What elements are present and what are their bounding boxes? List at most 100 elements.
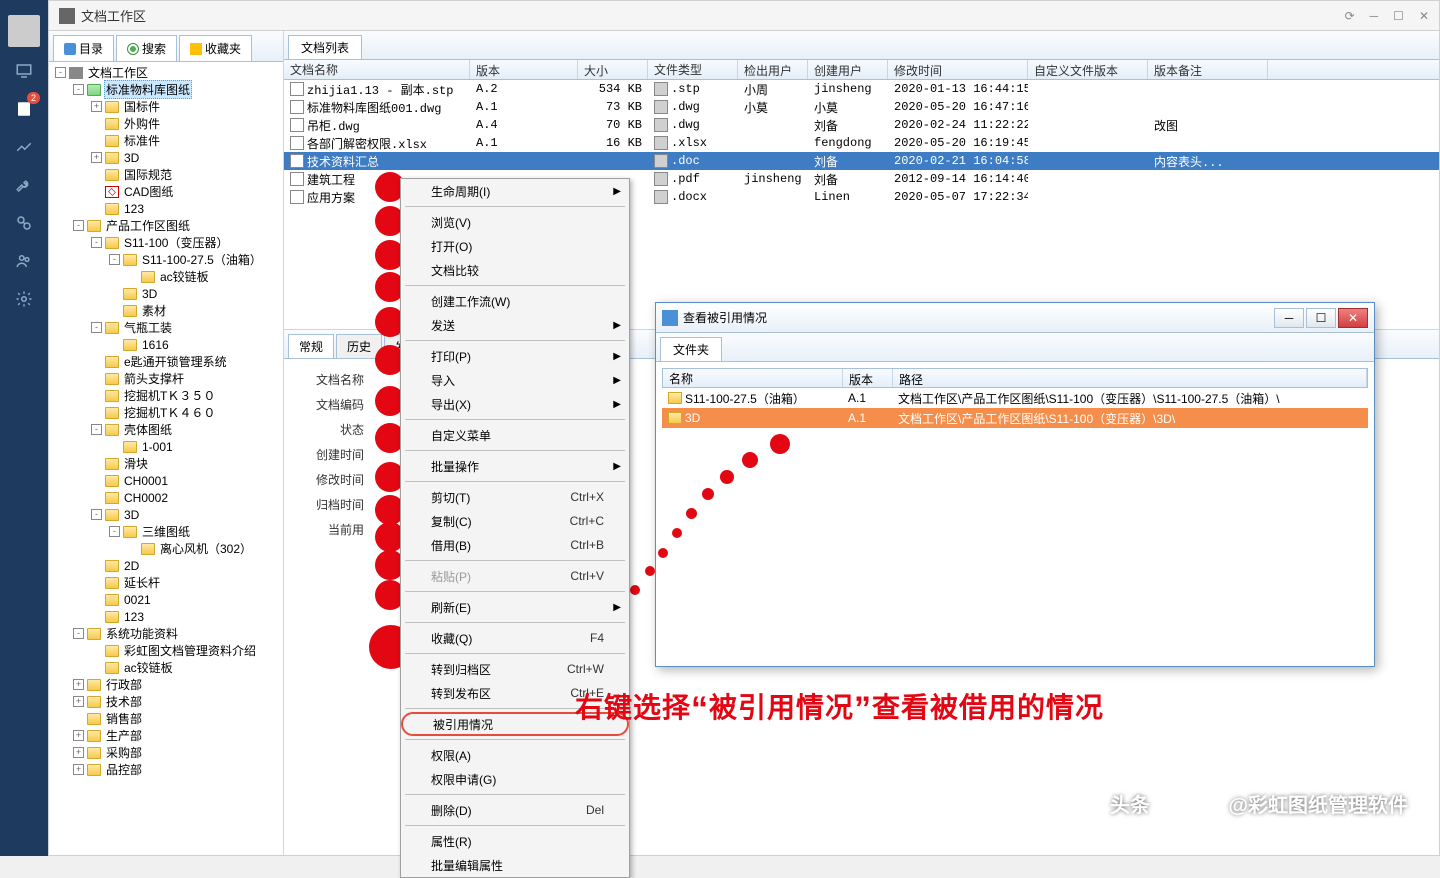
tree-item[interactable]: +生产部	[51, 727, 281, 744]
popup-row[interactable]: 3DA.1文档工作区\产品工作区图纸\S11-100（变压器）\3D\	[662, 408, 1368, 428]
tree-item[interactable]: -产品工作区图纸	[51, 217, 281, 234]
menu-item[interactable]: 创建工作流(W)	[401, 289, 629, 313]
tree-item[interactable]: CH0002	[51, 489, 281, 506]
tree-item[interactable]: 销售部	[51, 710, 281, 727]
tree-item[interactable]: 延长杆	[51, 574, 281, 591]
tab-search[interactable]: 搜索	[116, 35, 177, 61]
file-row[interactable]: 各部门解密权限.xlsxA.116 KB.xlsxfengdong2020-05…	[284, 134, 1439, 152]
tree-item[interactable]: 箭头支撑杆	[51, 370, 281, 387]
menu-item[interactable]: 打开(O)	[401, 234, 629, 258]
user-avatar[interactable]	[8, 15, 40, 47]
file-row[interactable]: 吊柜.dwgA.470 KB.dwg刘备2020-02-24 11:22:22改…	[284, 116, 1439, 134]
tree-item[interactable]: -气瓶工装	[51, 319, 281, 336]
menu-item[interactable]: 权限(A)	[401, 743, 629, 767]
tree-item[interactable]: ac铰链板	[51, 659, 281, 676]
tree-item[interactable]: +品控部	[51, 761, 281, 778]
tree-item[interactable]: -系统功能资料	[51, 625, 281, 642]
menu-item[interactable]: 自定义菜单	[401, 423, 629, 447]
tree-item[interactable]: CH0001	[51, 472, 281, 489]
side-monitor-icon[interactable]	[0, 52, 48, 90]
tree-item[interactable]: +采购部	[51, 744, 281, 761]
tab-favorites[interactable]: 收藏夹	[179, 35, 252, 61]
tab-directory[interactable]: 目录	[53, 35, 114, 61]
tree-item[interactable]: 123	[51, 608, 281, 625]
tree-item[interactable]: +行政部	[51, 676, 281, 693]
menu-item[interactable]: 转到归档区Ctrl+W	[401, 657, 629, 681]
menu-item[interactable]: 导入▶	[401, 368, 629, 392]
tree-item[interactable]: 挖掘机TＫ４６０	[51, 404, 281, 421]
menu-item[interactable]: 浏览(V)	[401, 210, 629, 234]
menu-item[interactable]: 文档比较	[401, 258, 629, 282]
menu-item[interactable]: 剪切(T)Ctrl+X	[401, 485, 629, 509]
menu-item[interactable]: 权限申请(G)	[401, 767, 629, 791]
tree-item[interactable]: e匙通开锁管理系统	[51, 353, 281, 370]
tree-item[interactable]: 素材	[51, 302, 281, 319]
close-icon[interactable]: ✕	[1419, 9, 1429, 23]
tree-item[interactable]: +3D	[51, 149, 281, 166]
side-link-icon[interactable]	[0, 204, 48, 242]
popup-minimize[interactable]: ─	[1274, 308, 1304, 328]
tree-item[interactable]: 2D	[51, 557, 281, 574]
menu-item[interactable]: 发送▶	[401, 313, 629, 337]
context-menu[interactable]: 生命周期(I)▶浏览(V)打开(O)文档比较创建工作流(W)发送▶打印(P)▶导…	[400, 178, 630, 878]
file-row[interactable]: zhijia1.13 - 副本.stpA.2534 KB.stp小周jinshe…	[284, 80, 1439, 98]
menu-item[interactable]: 复制(C)Ctrl+C	[401, 509, 629, 533]
popup-tab-folder[interactable]: 文件夹	[660, 337, 722, 361]
tree-item[interactable]: 外购件	[51, 115, 281, 132]
tree-item[interactable]: 1-001	[51, 438, 281, 455]
file-row[interactable]: 技术资料汇总.doc刘备2020-02-21 16:04:58内容表头...	[284, 152, 1439, 170]
tree-item[interactable]: -3D	[51, 506, 281, 523]
menu-item[interactable]: 生命周期(I)▶	[401, 179, 629, 203]
tree-item[interactable]: 彩虹图文档管理资料介绍	[51, 642, 281, 659]
menu-item[interactable]: 属性(R)	[401, 829, 629, 853]
tab-doclist[interactable]: 文档列表	[288, 35, 362, 59]
side-chart-icon[interactable]	[0, 128, 48, 166]
side-settings-icon[interactable]	[0, 280, 48, 318]
tree-item[interactable]: 离心风机（302）	[51, 540, 281, 557]
tree-item[interactable]: ac铰链板	[51, 268, 281, 285]
tree-item[interactable]: 挖掘机TＫ３５０	[51, 387, 281, 404]
minimize-icon[interactable]: ─	[1370, 9, 1379, 23]
tree-item[interactable]: 国际规范	[51, 166, 281, 183]
tree-item[interactable]: +技术部	[51, 693, 281, 710]
menu-item[interactable]: 借用(B)Ctrl+B	[401, 533, 629, 557]
tree-item[interactable]: 3D	[51, 285, 281, 302]
folder-tree[interactable]: -文档工作区-标准物料库图纸+国标件外购件标准件+3D国际规范CAD图纸123-…	[49, 62, 283, 855]
menu-item[interactable]: 批量编辑属性	[401, 853, 629, 877]
tree-item[interactable]: -三维图纸	[51, 523, 281, 540]
popup-maximize[interactable]: ☐	[1306, 308, 1336, 328]
folder-icon	[141, 543, 155, 555]
side-docs-icon[interactable]: 2	[0, 90, 48, 128]
file-row[interactable]: 标准物料库图纸001.dwgA.173 KB.dwg小莫小莫2020-05-20…	[284, 98, 1439, 116]
side-wrench-icon[interactable]	[0, 166, 48, 204]
tree-item[interactable]: -S11-100（变压器）	[51, 234, 281, 251]
menu-item[interactable]: 收藏(Q)F4	[401, 626, 629, 650]
tree-label: 3D	[122, 151, 141, 165]
menu-item[interactable]: 批量操作▶	[401, 454, 629, 478]
tree-item[interactable]: 滑块	[51, 455, 281, 472]
menu-item[interactable]: 删除(D)Del	[401, 798, 629, 822]
menu-item[interactable]: 刷新(E)▶	[401, 595, 629, 619]
tree-item[interactable]: -文档工作区	[51, 64, 281, 81]
tree-item[interactable]: -标准物料库图纸	[51, 81, 281, 98]
tree-item[interactable]: -S11-100-27.5（油箱）	[51, 251, 281, 268]
menu-item[interactable]: 粘贴(P)Ctrl+V	[401, 564, 629, 588]
tab-history[interactable]: 历史	[336, 334, 382, 358]
tree-item[interactable]: +国标件	[51, 98, 281, 115]
tree-item[interactable]: -壳体图纸	[51, 421, 281, 438]
tree-item[interactable]: 0021	[51, 591, 281, 608]
menu-label: 删除(D)	[431, 802, 472, 819]
popup-row[interactable]: S11-100-27.5（油箱）A.1文档工作区\产品工作区图纸\S11-100…	[662, 388, 1368, 408]
tree-item[interactable]: 标准件	[51, 132, 281, 149]
side-users-icon[interactable]	[0, 242, 48, 280]
popup-close[interactable]: ✕	[1338, 308, 1368, 328]
tree-label: e匙通开锁管理系统	[122, 353, 229, 370]
reload-icon[interactable]: ⟳	[1345, 9, 1355, 23]
tree-item[interactable]: 1616	[51, 336, 281, 353]
tab-general[interactable]: 常规	[288, 334, 334, 358]
maximize-icon[interactable]: ☐	[1393, 9, 1404, 23]
tree-item[interactable]: CAD图纸	[51, 183, 281, 200]
tree-item[interactable]: 123	[51, 200, 281, 217]
menu-item[interactable]: 导出(X)▶	[401, 392, 629, 416]
menu-item[interactable]: 打印(P)▶	[401, 344, 629, 368]
